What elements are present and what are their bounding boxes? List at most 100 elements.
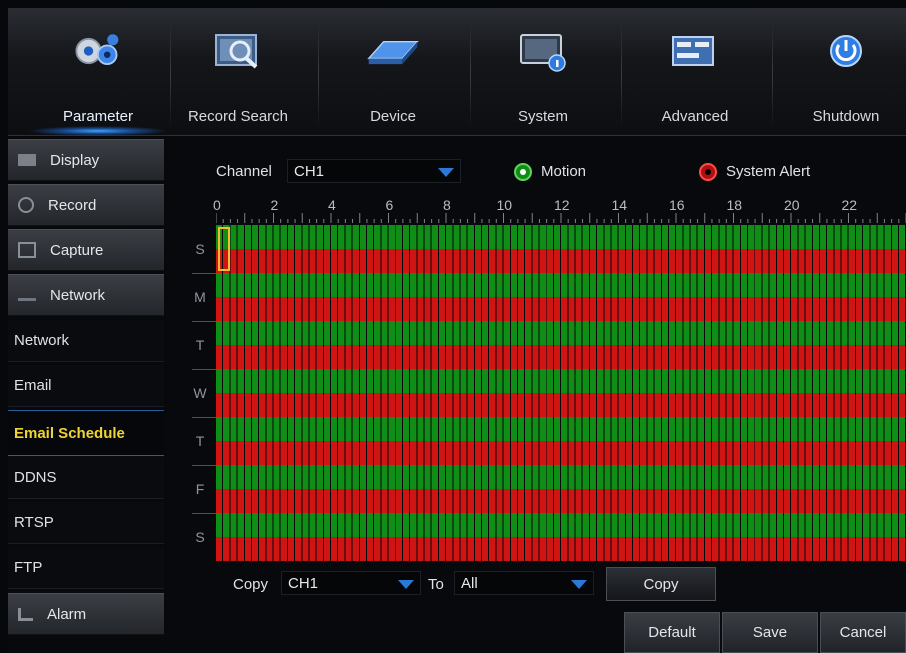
sidebar-subitem-ftp[interactable]: FTP: [8, 547, 164, 589]
save-button[interactable]: Save: [722, 612, 818, 653]
nav-system[interactable]: System: [473, 8, 613, 135]
copy-from-value: CH1: [288, 575, 319, 592]
nav-label: System: [517, 108, 568, 125]
sidebar-item-label: DDNS: [14, 469, 57, 486]
system-alert-label: System Alert: [726, 163, 811, 180]
sidebar-item-label: Network: [14, 332, 70, 349]
sidebar-subitem-email[interactable]: Email: [8, 365, 164, 407]
cancel-button[interactable]: Cancel: [820, 612, 906, 653]
nav-separator: [470, 18, 471, 128]
motion-schedule-row[interactable]: [216, 513, 906, 537]
copy-from-select[interactable]: CH1: [281, 571, 421, 595]
hour-label: 18: [726, 197, 743, 213]
nav-device[interactable]: Device: [323, 8, 463, 135]
sidebar-item-display[interactable]: Display: [8, 139, 164, 181]
motion-schedule-row[interactable]: [216, 273, 906, 297]
alert-schedule-row[interactable]: [216, 345, 906, 369]
hour-label: 20: [784, 197, 800, 213]
sidebar-item-label: Display: [50, 151, 100, 169]
alert-schedule-row[interactable]: [216, 537, 906, 561]
copy-from-label: Copy: [233, 576, 269, 593]
grid-cursor: [218, 227, 230, 271]
motion-schedule-row[interactable]: [216, 369, 906, 393]
day-label: S: [195, 529, 205, 545]
sidebar-item-label: FTP: [14, 559, 43, 576]
day-separator: [192, 273, 216, 274]
motion-label: Motion: [541, 163, 587, 180]
default-button[interactable]: Default: [624, 612, 720, 653]
alert-schedule-row[interactable]: [216, 441, 906, 465]
day-label: T: [195, 337, 205, 353]
display-icon: [18, 154, 36, 166]
hour-label: 10: [496, 197, 513, 213]
day-separator: [192, 321, 216, 322]
copy-to-value: All: [461, 575, 478, 592]
nav-advanced[interactable]: Advanced: [625, 8, 765, 135]
sidebar-subitem-network[interactable]: Network: [8, 320, 164, 362]
copy-to-select[interactable]: All: [454, 571, 594, 595]
nav-label: Advanced: [661, 108, 729, 125]
nav-shutdown[interactable]: Shutdown: [778, 8, 906, 135]
motion-schedule-row[interactable]: [216, 225, 906, 249]
nav-record-search[interactable]: Record Search: [168, 8, 308, 135]
nav-separator: [772, 18, 773, 128]
sidebar-item-label: Alarm: [47, 605, 87, 623]
hour-label: 22: [841, 197, 858, 213]
day-separator: [192, 369, 216, 370]
copy-button[interactable]: Copy: [606, 567, 716, 601]
sidebar: Display Record Capture Network Network E…: [8, 137, 164, 653]
hour-label: 6: [385, 197, 394, 213]
motion-schedule-row[interactable]: [216, 321, 906, 345]
channel-value: CH1: [294, 163, 325, 180]
alert-schedule-row[interactable]: [216, 297, 906, 321]
sidebar-item-label: Record: [48, 196, 97, 214]
channel-select[interactable]: CH1: [287, 159, 461, 183]
copy-to-label: To: [428, 576, 444, 593]
sidebar-item-label: Network: [50, 286, 106, 304]
sidebar-item-label: Email: [14, 377, 52, 394]
nav-parameter[interactable]: Parameter: [28, 8, 168, 135]
sidebar-item-alarm[interactable]: Alarm: [8, 593, 164, 635]
day-label: W: [193, 385, 207, 401]
alert-schedule-row[interactable]: [216, 393, 906, 417]
motion-radio[interactable]: [514, 163, 532, 181]
day-label: F: [195, 481, 205, 497]
hour-ticks: [216, 213, 906, 223]
nav-separator: [318, 18, 319, 128]
chevron-down-icon: [571, 580, 587, 589]
hour-label: 2: [270, 197, 279, 213]
alert-schedule-row[interactable]: [216, 489, 906, 513]
day-separator: [192, 417, 216, 418]
nav-label: Shutdown: [812, 108, 880, 125]
sidebar-item-network[interactable]: Network: [8, 274, 164, 316]
record-icon: [18, 197, 34, 213]
alarm-icon: [18, 607, 33, 621]
sidebar-subitem-ddns[interactable]: DDNS: [8, 457, 164, 499]
system-alert-radio[interactable]: [699, 163, 717, 181]
sidebar-item-capture[interactable]: Capture: [8, 229, 164, 271]
schedule-grid[interactable]: [216, 225, 906, 561]
hour-label: 12: [554, 197, 570, 213]
nav-label: Parameter: [62, 108, 134, 125]
advanced-settings-icon: [667, 30, 723, 72]
day-separator: [192, 465, 216, 466]
nav-separator: [621, 18, 622, 128]
sidebar-subitem-email-schedule[interactable]: Email Schedule: [8, 410, 164, 456]
motion-schedule-row[interactable]: [216, 417, 906, 441]
alert-schedule-row[interactable]: [216, 249, 906, 273]
dvr-window: Parameter Record Search Device System Ad…: [0, 0, 906, 653]
hour-label: 0: [213, 197, 221, 213]
motion-schedule-row[interactable]: [216, 465, 906, 489]
capture-icon: [18, 242, 36, 258]
day-label: T: [195, 433, 205, 449]
sidebar-subitem-rtsp[interactable]: RTSP: [8, 502, 164, 544]
sidebar-item-label: RTSP: [14, 514, 54, 531]
sidebar-item-record[interactable]: Record: [8, 184, 164, 226]
sidebar-item-label: Email Schedule: [14, 424, 125, 442]
nav-label: Device: [370, 108, 416, 125]
sidebar-item-label: Capture: [50, 241, 104, 259]
hour-label: 8: [443, 197, 451, 213]
hour-label: 14: [611, 197, 628, 213]
day-label: S: [195, 241, 205, 257]
hour-label: 16: [669, 197, 685, 213]
